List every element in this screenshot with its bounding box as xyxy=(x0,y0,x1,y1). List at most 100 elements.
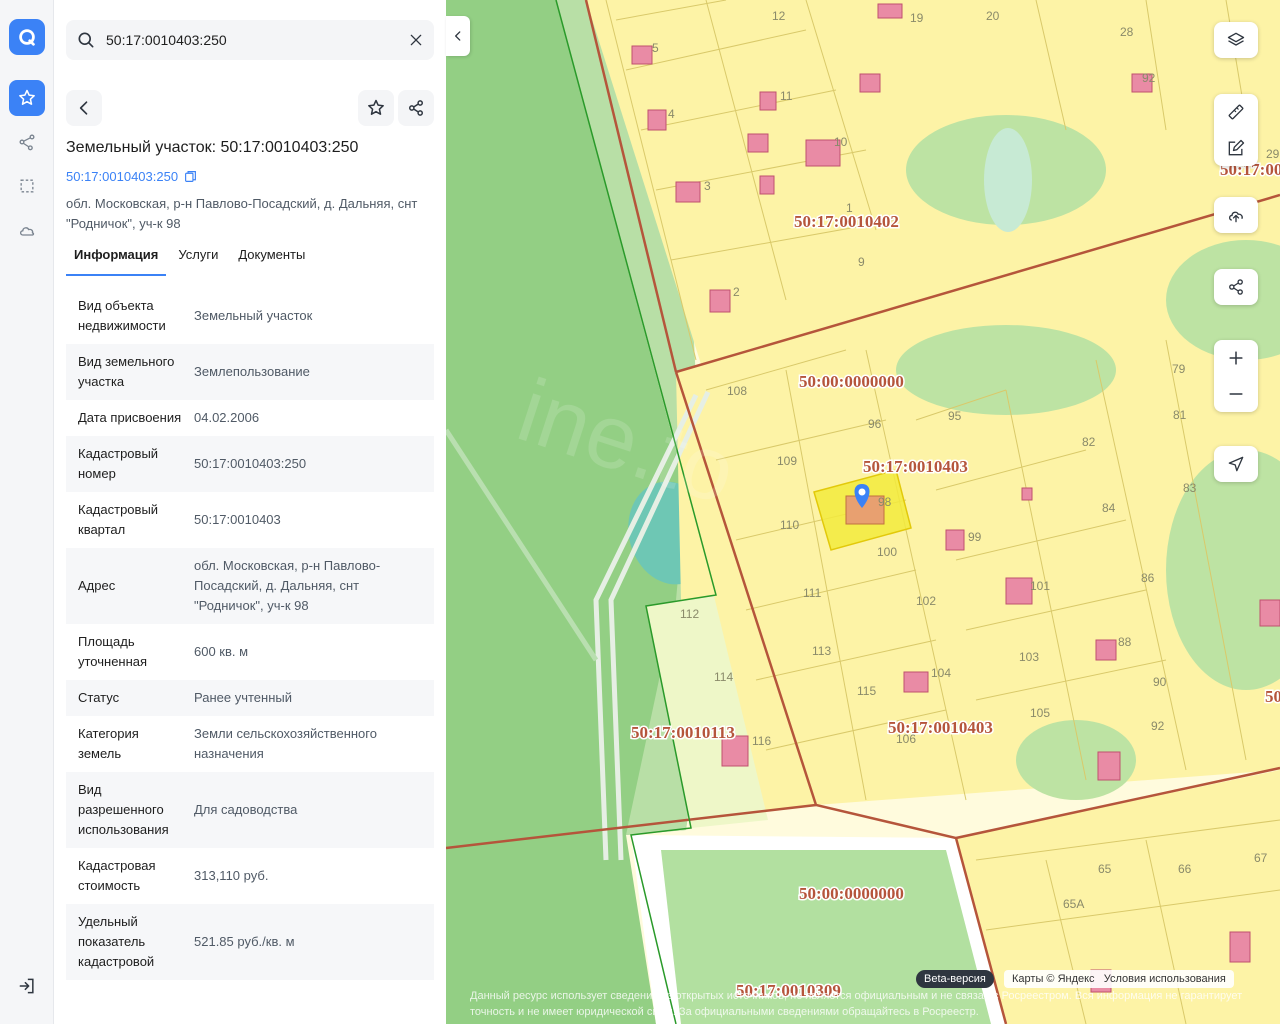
lot-number: 104 xyxy=(931,666,951,680)
logout-icon xyxy=(19,978,34,994)
map-canvas[interactable]: ine.to 50:17:0010402 50:00:0000000 50:17… xyxy=(446,0,1280,1024)
info-table: Вид объекта недвижимости Земельный участо… xyxy=(66,288,434,980)
lot-number: 108 xyxy=(727,384,747,398)
attribution-text: Карты © Яндекс xyxy=(1012,973,1095,985)
zoom-in-button[interactable] xyxy=(1214,340,1258,376)
quarter-label: 50:17:0010113 xyxy=(631,723,735,742)
row-key: Площадь уточненная xyxy=(78,634,148,669)
lot-number: 102 xyxy=(916,594,936,608)
beta-badge: Beta-версия xyxy=(916,970,994,988)
lot-number: 83 xyxy=(1183,481,1197,495)
terms-link[interactable]: Условия использования xyxy=(1104,973,1226,985)
logout-button[interactable] xyxy=(9,968,45,1004)
lot-number: 19 xyxy=(910,11,924,25)
search-input[interactable] xyxy=(106,20,396,60)
table-row: Кадастровая стоимость 313,110 руб. xyxy=(66,848,434,904)
tab-services[interactable]: Услуги xyxy=(170,244,226,276)
select-area-button[interactable] xyxy=(9,168,45,204)
lot-number: 92 xyxy=(1151,719,1165,733)
table-row: Кадастровый квартал 50:17:0010403 xyxy=(66,492,434,548)
lot-number: 2 xyxy=(733,285,740,299)
lot-number: 20 xyxy=(986,9,1000,23)
row-value: 50:17:0010403:250 xyxy=(194,456,307,471)
zoom-control xyxy=(1214,340,1258,412)
table-row: Кадастровый номер 50:17:0010403:250 xyxy=(66,436,434,492)
collapse-panel-button[interactable] xyxy=(446,16,470,56)
route-icon xyxy=(19,134,35,151)
tab-documents[interactable]: Документы xyxy=(230,244,313,276)
cloud-button[interactable] xyxy=(9,212,45,248)
cadastral-number-link[interactable]: 50:17:0010403:250 xyxy=(66,169,197,184)
routes-button[interactable] xyxy=(9,124,45,160)
lot-number: 11 xyxy=(780,89,793,103)
geolocation-button[interactable] xyxy=(1214,446,1258,482)
row-key: Категория земель xyxy=(78,726,139,761)
row-value: 04.02.2006 xyxy=(194,410,260,425)
lot-number: 106 xyxy=(896,732,916,746)
row-key: Статус xyxy=(78,690,120,705)
lot-number: 116 xyxy=(752,734,771,748)
edit-button[interactable] xyxy=(1214,130,1258,166)
lot-number: 81 xyxy=(1173,408,1187,422)
upload-control xyxy=(1214,197,1258,233)
lot-number: 29 xyxy=(1266,147,1280,161)
ruler-button[interactable] xyxy=(1214,94,1258,130)
side-rail xyxy=(0,0,54,1024)
row-key: Вид земельного участка xyxy=(78,354,175,389)
row-key: Вид объекта недвижимости xyxy=(78,298,166,333)
plus-icon xyxy=(1229,351,1243,365)
row-key: Вид разрешенного использования xyxy=(78,782,169,837)
copy-icon[interactable] xyxy=(184,170,197,183)
row-value: 313,110 руб. xyxy=(194,868,269,883)
row-key: Кадастровый квартал xyxy=(78,502,159,537)
logo-icon[interactable] xyxy=(9,19,45,55)
lot-number: 28 xyxy=(1120,25,1134,39)
select-area-icon xyxy=(20,179,34,193)
layers-button[interactable] xyxy=(1214,22,1258,58)
share-map-control xyxy=(1214,269,1258,305)
tools-control xyxy=(1214,94,1258,166)
layers-control xyxy=(1214,22,1258,58)
row-value: Для садоводства xyxy=(194,802,298,817)
row-value: Земли сельскохозяйственного назначения xyxy=(194,726,377,761)
lot-number: 65 xyxy=(1098,862,1112,876)
table-row: Вид земельного участка Землепользование xyxy=(66,344,434,400)
cloud-icon xyxy=(19,227,35,236)
lot-number: 105 xyxy=(1030,706,1050,720)
table-row: Вид разрешенного использования Для садово… xyxy=(66,772,434,848)
lot-number: 12 xyxy=(772,9,786,23)
chevron-left-icon xyxy=(79,101,88,115)
lot-number: 82 xyxy=(1082,435,1096,449)
map[interactable]: ine.to 50:17:0010402 50:00:0000000 50:17… xyxy=(446,0,1280,1024)
zoom-out-button[interactable] xyxy=(1214,376,1258,412)
edit-icon xyxy=(1228,139,1245,156)
lot-number: 88 xyxy=(1118,635,1132,649)
clear-search-icon[interactable] xyxy=(408,32,424,48)
lot-number: 4 xyxy=(668,107,675,121)
lot-number: 5 xyxy=(652,41,659,55)
favorites-button[interactable] xyxy=(9,80,45,116)
row-value: Землепользование xyxy=(194,364,310,379)
table-row: Площадь уточненная 600 кв. м xyxy=(66,624,434,680)
app: Земельный участок: 50:17:0010403:250 50:… xyxy=(0,0,1280,1024)
row-key: Кадастровый номер xyxy=(78,446,159,481)
back-button[interactable] xyxy=(66,90,102,126)
row-value: Ранее учтенный xyxy=(194,690,292,705)
lot-number: 1 xyxy=(846,201,853,215)
share-button[interactable] xyxy=(398,90,434,126)
lot-number: 86 xyxy=(1141,571,1155,585)
row-value: 600 кв. м xyxy=(194,644,249,659)
lot-number: 3 xyxy=(704,179,711,193)
add-favorite-button[interactable] xyxy=(358,90,394,126)
navigation-arrow-icon xyxy=(1228,456,1244,472)
tab-info[interactable]: Информация xyxy=(66,244,167,276)
share-icon xyxy=(1229,279,1243,295)
green-area xyxy=(896,325,1116,415)
upload-button[interactable] xyxy=(1214,197,1258,233)
table-row: Категория земель Земли сельскохозяйственн… xyxy=(66,716,434,772)
chevron-left-icon xyxy=(455,31,461,41)
share-icon xyxy=(409,100,423,116)
share-map-button[interactable] xyxy=(1214,269,1258,305)
star-icon xyxy=(19,89,35,105)
pond xyxy=(984,128,1032,232)
